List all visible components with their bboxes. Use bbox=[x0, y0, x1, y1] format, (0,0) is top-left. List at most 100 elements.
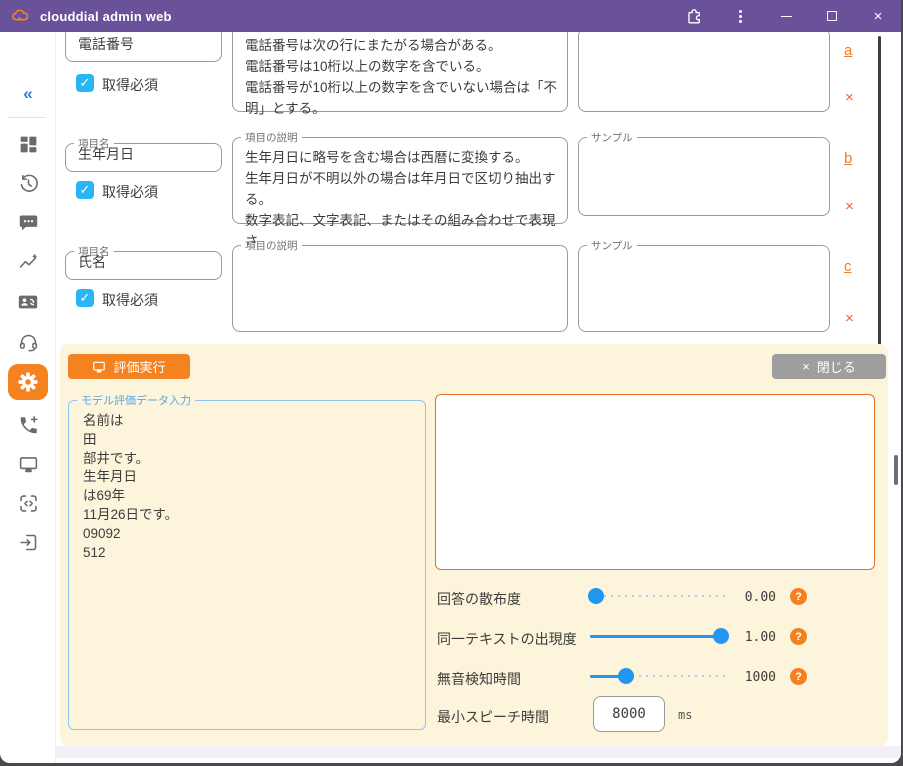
delete-field-button[interactable]: × bbox=[845, 89, 854, 106]
slider-label-answer-dispersion: 回答の散布度 bbox=[437, 589, 521, 609]
slider-label-same-text-occurrence: 同一テキストの出現度 bbox=[437, 629, 577, 649]
run-evaluation-button[interactable]: 評価実行 bbox=[68, 354, 190, 379]
sidebar: « bbox=[0, 32, 56, 763]
slider-silence-detection[interactable] bbox=[590, 668, 728, 684]
field-link-a[interactable]: a bbox=[844, 42, 852, 59]
field-desc-input[interactable]: 生年月日に略号を含む場合は西暦に変換する。 生年月日が不明以外の場合は年月日で区… bbox=[245, 147, 561, 252]
display-run-icon bbox=[92, 360, 106, 374]
close-icon: × bbox=[874, 9, 883, 24]
field-name-input[interactable]: 電話番号 bbox=[78, 34, 218, 54]
close-panel-label: 閉じる bbox=[817, 357, 856, 376]
field-link-c[interactable]: c bbox=[844, 258, 852, 275]
sidebar-collapse-button[interactable]: « bbox=[0, 79, 56, 109]
maximize-button[interactable] bbox=[809, 0, 855, 32]
field-desc-label: 項目の説明 bbox=[241, 130, 302, 145]
titlebar: clouddial admin web × bbox=[0, 0, 901, 32]
model-eval-input-box: モデル評価データ入力 名前は 田 部井です。 生年月日 は69年 11月26日で… bbox=[68, 392, 426, 730]
slider-answer-dispersion[interactable] bbox=[590, 588, 728, 604]
field-desc-input[interactable]: 電話番号は次の行にまたがる場合がある。 電話番号は10桁以上の数字を含でいる。 … bbox=[245, 35, 561, 119]
sidebar-item-logout[interactable] bbox=[0, 527, 56, 557]
slider-value: 1.00 bbox=[730, 630, 776, 645]
sidebar-item-contacts[interactable] bbox=[0, 287, 56, 317]
slider-fill bbox=[590, 635, 721, 638]
contacts-icon bbox=[17, 291, 39, 313]
code-icon bbox=[18, 493, 39, 514]
slider-same-text-occurrence[interactable] bbox=[590, 628, 728, 644]
dashboard-icon bbox=[18, 134, 39, 155]
required-label: 取得必須 bbox=[102, 290, 158, 310]
minimize-button[interactable] bbox=[763, 0, 809, 32]
sidebar-item-support[interactable] bbox=[0, 327, 56, 357]
check-icon: ✓ bbox=[80, 75, 91, 91]
sidebar-item-chat[interactable] bbox=[0, 207, 56, 237]
delete-field-button[interactable]: × bbox=[845, 310, 854, 327]
required-label: 取得必須 bbox=[102, 182, 158, 202]
required-label: 取得必須 bbox=[102, 75, 158, 95]
help-icon[interactable]: ? bbox=[790, 628, 807, 645]
logout-icon bbox=[18, 532, 39, 553]
model-eval-input-textarea[interactable]: 名前は 田 部井です。 生年月日 は69年 11月26日です。 09092 51… bbox=[83, 412, 417, 562]
sidebar-item-add-call[interactable] bbox=[0, 410, 56, 440]
slider-value: 1000 bbox=[730, 670, 776, 685]
analytics-icon bbox=[18, 252, 39, 273]
sidebar-divider bbox=[8, 117, 46, 118]
minimize-icon bbox=[781, 16, 792, 17]
field-link-b[interactable]: b bbox=[844, 150, 852, 167]
dots-glyph bbox=[739, 8, 742, 25]
required-checkbox[interactable]: ✓ bbox=[76, 289, 94, 307]
slider-thumb[interactable] bbox=[588, 588, 604, 604]
close-panel-button[interactable]: × 閉じる bbox=[772, 354, 886, 379]
field-sample-label: サンプル bbox=[587, 130, 637, 145]
titlebar-controls: × bbox=[671, 0, 901, 32]
min-speech-time-unit: ms bbox=[678, 708, 692, 722]
check-icon: ✓ bbox=[80, 290, 91, 306]
screen: clouddial admin web × « bbox=[0, 0, 903, 766]
model-eval-input-label: モデル評価データ入力 bbox=[77, 392, 195, 408]
field-name-box: 項目名 生年月日 bbox=[65, 136, 222, 172]
field-name-box: 項目名 氏名 bbox=[65, 244, 222, 280]
sidebar-item-analytics[interactable] bbox=[0, 247, 56, 277]
field-sample-box bbox=[578, 28, 830, 112]
bottom-strip bbox=[56, 746, 901, 758]
run-evaluation-label: 評価実行 bbox=[113, 357, 165, 376]
display-icon bbox=[18, 454, 39, 475]
sidebar-item-settings-active[interactable] bbox=[8, 364, 48, 400]
required-checkbox[interactable]: ✓ bbox=[76, 181, 94, 199]
sidebar-item-history[interactable] bbox=[0, 168, 56, 198]
close-window-button[interactable]: × bbox=[855, 0, 901, 32]
sidebar-item-code[interactable] bbox=[0, 488, 56, 518]
browser-menu-dots-icon[interactable] bbox=[717, 0, 763, 32]
check-icon: ✓ bbox=[80, 182, 91, 198]
close-panel-x-icon: × bbox=[802, 359, 810, 374]
evaluation-result-box bbox=[435, 394, 875, 570]
sidebar-item-display[interactable] bbox=[0, 449, 56, 479]
slider-thumb[interactable] bbox=[618, 668, 634, 684]
min-speech-time-input[interactable] bbox=[593, 696, 665, 732]
field-desc-label: 項目の説明 bbox=[241, 238, 302, 253]
list-scrollbar-thumb[interactable] bbox=[878, 36, 881, 360]
help-icon[interactable]: ? bbox=[790, 588, 807, 605]
field-sample-label: サンプル bbox=[587, 238, 637, 253]
history-icon bbox=[18, 173, 39, 194]
headset-icon bbox=[18, 332, 39, 353]
field-name-input[interactable]: 生年月日 bbox=[78, 144, 218, 164]
field-sample-box: サンプル bbox=[578, 130, 830, 216]
slider-track[interactable] bbox=[590, 595, 728, 597]
add-call-icon bbox=[18, 415, 39, 436]
field-name-input[interactable]: 氏名 bbox=[78, 252, 218, 272]
extensions-puzzle-icon[interactable] bbox=[671, 0, 717, 32]
slider-thumb[interactable] bbox=[713, 628, 729, 644]
window-scrollbar-thumb[interactable] bbox=[894, 455, 898, 485]
slider-label-silence-detection: 無音検知時間 bbox=[437, 669, 521, 689]
field-desc-box: 項目の説明 bbox=[232, 238, 568, 332]
chat-icon bbox=[18, 212, 39, 233]
sidebar-item-dashboard[interactable] bbox=[0, 129, 56, 159]
help-icon[interactable]: ? bbox=[790, 668, 807, 685]
settings-gear-icon bbox=[17, 371, 39, 393]
delete-field-button[interactable]: × bbox=[845, 198, 854, 215]
min-speech-time-label: 最小スピーチ時間 bbox=[437, 707, 549, 727]
collapse-icon: « bbox=[23, 84, 32, 104]
field-sample-box: サンプル bbox=[578, 238, 830, 332]
app-window: clouddial admin web × « bbox=[0, 0, 901, 763]
required-checkbox[interactable]: ✓ bbox=[76, 74, 94, 92]
